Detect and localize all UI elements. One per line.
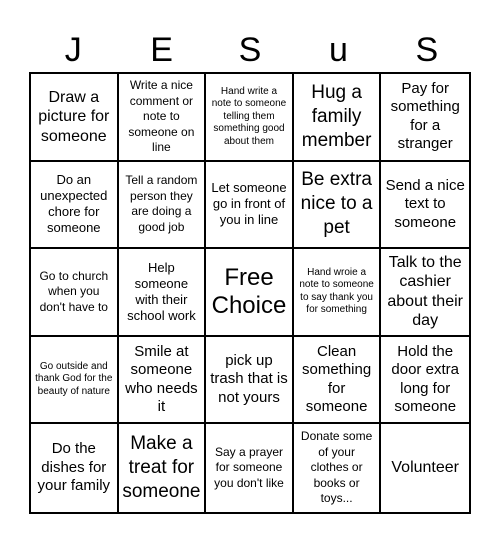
bingo-card: Draw a picture for someone Write a nice … [29, 72, 471, 514]
bingo-cell[interactable]: Volunteer [381, 424, 469, 512]
header-letter: u [328, 31, 348, 69]
bingo-cell[interactable]: Pay for something for a stranger [381, 74, 469, 162]
header-letter: J [64, 31, 82, 69]
bingo-cell[interactable]: Smile at someone who needs it [118, 336, 207, 425]
bingo-cell[interactable]: Make a treat for someone [119, 424, 207, 512]
bingo-cell[interactable]: Help someone with their school work [118, 249, 207, 337]
free-space[interactable]: Free Choice [206, 249, 294, 337]
bingo-cell[interactable]: Hold the door extra long for someone [381, 337, 469, 425]
bingo-cell[interactable]: Say a prayer for someone you don't like [206, 424, 294, 512]
bingo-cell[interactable]: Hug a family member [293, 74, 382, 162]
bingo-cell[interactable]: Let someone go in front of you in line [206, 161, 294, 250]
bingo-cell[interactable]: Donate some of your clothes or books or … [294, 424, 382, 512]
bingo-cell[interactable]: Talk to the cashier about their day [381, 249, 469, 337]
bingo-cell[interactable]: Hand wroie a note to someone to say than… [293, 249, 382, 337]
bingo-cell[interactable]: Go outside and thank God for the beauty … [31, 336, 119, 425]
bingo-cell[interactable]: Do an unexpected chore for someone [31, 161, 119, 250]
bingo-cell[interactable]: Clean something for someone [293, 336, 382, 425]
bingo-cell[interactable]: pick up trash that is not yours [206, 336, 294, 425]
header-letter: E [150, 31, 173, 69]
header-letter: S [415, 31, 439, 69]
bingo-cell[interactable]: Go to church when you don't have to [31, 249, 119, 337]
bingo-cell[interactable]: Hand write a note to someone telling the… [206, 74, 294, 162]
bingo-cell[interactable]: Tell a random person they are doing a go… [118, 161, 207, 250]
bingo-cell[interactable]: Do the dishes for your family [31, 424, 119, 512]
bingo-cell[interactable]: Draw a picture for someone [31, 74, 119, 162]
bingo-header: J E S u S [29, 28, 471, 72]
bingo-cell[interactable]: Send a nice text to someone [381, 162, 469, 250]
header-letter: S [238, 31, 262, 69]
bingo-cell[interactable]: Be extra nice to a pet [293, 161, 382, 250]
bingo-cell[interactable]: Write a nice comment or note to someone … [118, 74, 207, 162]
